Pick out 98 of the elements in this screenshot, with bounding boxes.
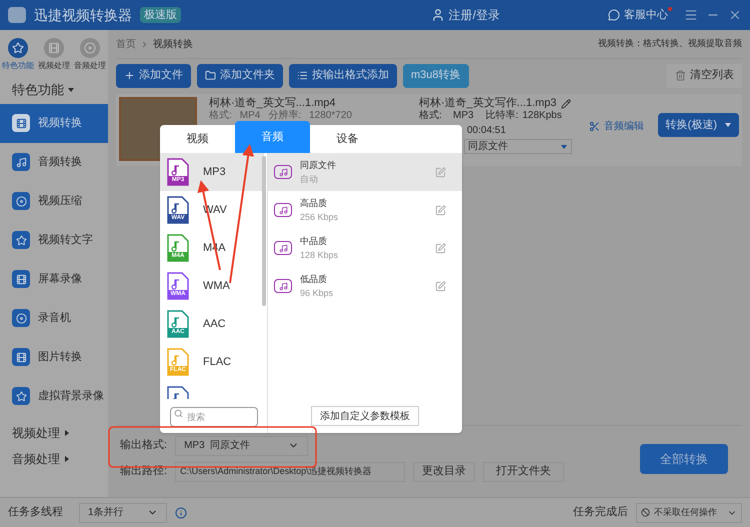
section-toggle[interactable]: 特色功能 — [0, 80, 108, 100]
rename-icon[interactable] — [560, 98, 571, 108]
chevron-icon — [140, 40, 149, 48]
sidebar-tab[interactable]: 视频处理 — [38, 38, 70, 72]
list-icon — [297, 70, 308, 81]
breadcrumb-current: 视频转换 — [153, 38, 193, 52]
search-field[interactable]: 搜索 — [170, 407, 258, 427]
search-icon — [174, 409, 183, 418]
toolbar-button[interactable]: m3u8转换 — [403, 64, 469, 88]
convert-all-button[interactable]: 全部转换 — [640, 444, 728, 474]
format-label: 格式: — [419, 110, 443, 122]
sidebar-group[interactable]: 音频处理 — [0, 446, 108, 472]
chat-icon — [608, 9, 620, 21]
preset-item[interactable]: 中品质 128 Kbps — [268, 229, 462, 267]
preset-item[interactable]: 低品质 96 Kbps — [268, 267, 462, 305]
sidebar-item[interactable]: 视频压缩 — [0, 182, 108, 220]
music-note-icon — [274, 203, 292, 217]
after-task-label: 任务完成后 — [573, 504, 628, 520]
film-icon — [12, 348, 30, 366]
after-task-dropdown[interactable]: 不采取任何操作 — [636, 502, 742, 522]
preset-detail: 256 Kbps — [300, 211, 338, 224]
toolbar-button[interactable]: 添加文件夹 — [197, 64, 283, 88]
info-icon[interactable] — [175, 506, 187, 518]
sidebar-item[interactable]: 虚拟背景录像 — [0, 376, 108, 416]
sidebar-item[interactable]: 音频转换 — [0, 142, 108, 182]
caret-icon — [64, 456, 70, 462]
film-icon — [12, 114, 30, 132]
toolbar-button[interactable]: 添加文件 — [116, 64, 191, 88]
output-file-name: 柯林·道奇_英文写作...1.mp3 — [419, 97, 557, 110]
close-icon[interactable] — [728, 8, 742, 22]
sidebar-item[interactable]: 图片转换 — [0, 338, 108, 376]
ban-icon — [641, 508, 650, 517]
duration: 00:04:51 — [466, 125, 507, 137]
format-value: MP4 — [240, 110, 260, 122]
format-label: 格式: — [209, 110, 232, 122]
audio-edit-button[interactable]: 音频编辑 — [589, 119, 644, 134]
toolbar-button[interactable]: 按输出格式添加 — [289, 64, 397, 88]
format-value: MP3 — [453, 110, 474, 122]
app-title: 迅捷视频转换器 — [34, 6, 132, 24]
sidebar-item[interactable]: 屏幕录像 — [0, 260, 108, 298]
open-folder-button[interactable]: 打开文件夹 — [483, 462, 564, 482]
preset-detail: 自动 — [300, 173, 319, 186]
clear-list-button[interactable]: 清空列表 — [667, 64, 742, 88]
sidebar-tab[interactable]: 特色功能 — [2, 38, 34, 72]
preset-item[interactable]: 同原文件 自动 — [268, 153, 462, 191]
caret-icon — [561, 144, 567, 150]
change-dir-button[interactable]: 更改目录 — [413, 462, 476, 482]
preset-item[interactable]: 高品质 256 Kbps — [268, 191, 462, 229]
preset-title: 低品质 — [300, 273, 328, 286]
resolution-value: 1280*720 — [309, 110, 352, 122]
folder-icon — [205, 70, 216, 81]
film-icon — [44, 38, 64, 58]
format-tab[interactable]: 音频 — [235, 121, 310, 153]
music-note-icon — [274, 279, 292, 293]
page-hint: 视频转换：格式转换、视频提取音频 — [598, 37, 742, 50]
bitrate-label: 比特率: — [486, 110, 518, 122]
sidebar-item[interactable]: 录音机 — [0, 298, 108, 338]
edit-icon[interactable] — [435, 242, 446, 254]
bitrate-value: 128Kpbs — [522, 110, 562, 122]
preset-title: 中品质 — [300, 235, 328, 248]
output-format-label: 输出格式: — [120, 438, 168, 454]
trash-icon — [675, 70, 686, 81]
edit-icon[interactable] — [435, 166, 446, 178]
edit-icon[interactable] — [435, 204, 446, 216]
music-icon — [12, 153, 30, 171]
format-tab[interactable]: 视频 — [160, 125, 235, 153]
edit-icon[interactable] — [435, 280, 446, 292]
threads-dropdown[interactable]: 1条并行 — [79, 502, 167, 522]
caret-icon — [725, 122, 731, 128]
preset-detail: 96 Kbps — [300, 287, 334, 300]
caret-icon — [68, 86, 74, 93]
output-format-dropdown[interactable]: MP3 同原文件 — [175, 436, 308, 456]
music-note-icon — [274, 241, 292, 255]
threads-label: 任务多线程 — [8, 505, 63, 520]
format-tab[interactable]: 设备 — [310, 125, 385, 153]
app-logo-icon — [8, 7, 26, 23]
edition-badge: 极速版 — [140, 6, 181, 24]
source-file-name: 柯林·道奇_英文写...1.mp4 — [209, 97, 337, 110]
convert-button[interactable]: 转换(极速) — [658, 113, 739, 137]
sidebar-item[interactable]: 视频转文字 — [0, 220, 108, 260]
support-button[interactable]: 客服中心 — [608, 6, 668, 24]
sidebar-item[interactable]: 视频转换 — [0, 104, 108, 142]
preset-title: 高品质 — [300, 197, 328, 210]
preset-title: 同原文件 — [300, 159, 336, 172]
plus-icon — [124, 70, 135, 81]
resolution-label: 分辨率: — [268, 110, 302, 122]
user-icon — [430, 8, 445, 22]
menu-icon[interactable] — [684, 8, 698, 22]
scissors-icon — [589, 121, 600, 132]
quality-dropdown[interactable]: 同原文件 — [464, 139, 572, 154]
music-note-icon — [274, 165, 292, 179]
add-template-button[interactable]: 添加自定义参数模板 — [311, 406, 419, 426]
login-button[interactable]: 注册/登录 — [430, 6, 500, 24]
sidebar-tab[interactable]: 音频处理 — [74, 38, 106, 72]
preset-detail: 128 Kbps — [300, 249, 338, 262]
sidebar-group[interactable]: 视频处理 — [0, 420, 108, 446]
film-icon — [12, 270, 30, 288]
caret-icon — [64, 430, 70, 436]
